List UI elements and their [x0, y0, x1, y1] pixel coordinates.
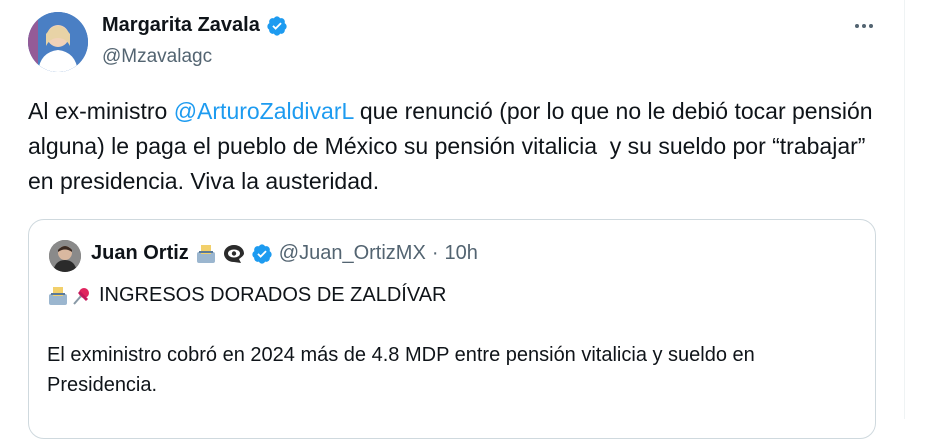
tweet-text-part: Al ex-ministro [28, 98, 174, 124]
more-horizontal-icon [855, 24, 859, 28]
quoted-title: INGRESOS DORADOS DE ZALDÍVAR [99, 284, 447, 306]
author-handle[interactable]: @Mzavalagc [102, 46, 212, 68]
separator-dot: · [431, 242, 439, 264]
ballot-box-icon [49, 286, 67, 305]
author-name[interactable]: Margarita Zavala [102, 14, 260, 37]
quoted-timestamp[interactable]: 10h [444, 242, 477, 265]
quoted-tweet[interactable]: Juan Ortiz @Juan_OrtizMX · 10h INGRESOS … [28, 219, 876, 439]
quoted-title-line: INGRESOS DORADOS DE ZALDÍVAR [47, 284, 446, 307]
more-options-button[interactable] [850, 12, 878, 40]
quoted-text: El exministro cobró en 2024 más de 4.8 M… [47, 344, 755, 396]
tweet-card[interactable]: Margarita Zavala @Mzavalagc Al ex-minist… [0, 0, 928, 439]
verified-badge-icon [252, 243, 272, 264]
verified-badge-icon [267, 15, 287, 36]
column-divider [904, 0, 905, 419]
quoted-author-handle[interactable]: @Juan_OrtizMX [279, 242, 426, 265]
ballot-box-icon [196, 244, 215, 263]
quoted-author-avatar[interactable] [49, 240, 81, 272]
pushpin-icon [73, 287, 89, 305]
eye-speech-bubble-icon [223, 244, 244, 263]
quoted-author-name[interactable]: Juan Ortiz [91, 242, 189, 265]
mention-link[interactable]: @ArturoZaldivarL [174, 98, 354, 124]
tweet-text: Al ex-ministro @ArturoZaldivarL que renu… [28, 94, 888, 199]
author-avatar[interactable] [28, 12, 88, 72]
